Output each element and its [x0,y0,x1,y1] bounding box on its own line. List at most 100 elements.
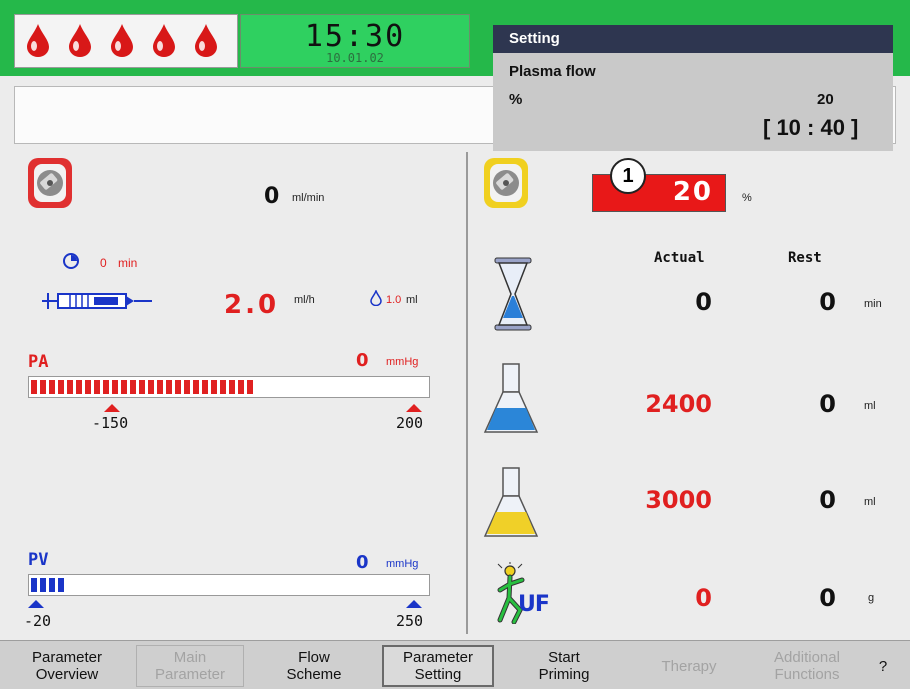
nav-main-parameter[interactable]: Main Parameter [136,645,244,687]
bar-segment [112,380,118,394]
row-unit: ml [864,400,876,412]
blood-drop-icon [111,24,133,57]
pv-max-label: 250 [396,612,424,630]
pv-label: PV [28,550,49,570]
plasma-flow-unit: % [742,192,752,204]
bar-segment [85,380,91,394]
bar-segment [220,380,226,394]
bar-segment [40,380,46,394]
pa-bar-fill [31,380,253,394]
blood-flow-value: 0 [264,184,280,209]
syringe-rate-unit: ml/h [294,294,315,306]
pv-max-marker [406,600,422,608]
pv-value: 0 [356,552,369,573]
plasma-flow-value: 20 [672,177,713,207]
setting-dialog[interactable]: Setting Plasma flow % 20 [ 10 : 40 ] [493,25,893,151]
pump-icon [34,164,66,202]
bar-segment [103,380,109,394]
nav-flow-scheme[interactable]: Flow Scheme [262,645,366,687]
bar-segment [175,380,181,394]
nav-help[interactable]: ? [868,645,898,687]
blood-drop-icon [69,24,91,57]
syringe-rate-value: 2.0 [224,290,280,320]
bar-segment [130,380,136,394]
setting-unit: % [509,91,523,108]
pump-icon [490,164,522,202]
pv-unit: mmHg [386,558,419,570]
bar-segment [202,380,208,394]
bar-segment [148,380,154,394]
bar-segment [31,578,37,592]
blood-pump-button[interactable] [28,158,72,208]
pv-bar-fill [31,578,64,592]
bar-segment [40,578,46,592]
blood-drop-icon [195,24,217,57]
nav-start-priming[interactable]: Start Priming [510,645,618,687]
blood-drop-icon [153,24,175,57]
row-actual-value: 3000 [645,486,712,514]
setting-value: 20 [817,91,834,108]
rest-header: Rest [788,250,822,266]
pv-bar [28,574,430,596]
bar-segment [94,380,100,394]
pa-min-label: -150 [92,414,129,432]
clock-date: 10.01.02 [326,51,384,65]
clock-panel: 15:30 10.01.02 [240,14,470,68]
setting-parameter-name: Plasma flow [509,63,596,80]
timer-unit: min [118,256,138,270]
pa-unit: mmHg [386,356,419,368]
blood-drop-icon [27,24,49,57]
blood-drops-panel [14,14,238,68]
water-drop-icon [370,290,382,306]
blood-flow-unit: ml/min [292,192,325,204]
bar-segment [247,380,253,394]
clock-time: 15:30 [304,19,406,54]
nav-additional-functions[interactable]: Additional Functions [752,645,862,687]
row-actual-value: 2400 [645,390,712,418]
setting-title: Setting [493,25,893,53]
setting-range: [ 10 : 40 ] [763,115,859,140]
bar-segment [157,380,163,394]
pa-bar [28,376,430,398]
row-rest-value: 0 [819,584,836,612]
pa-min-marker [104,404,120,412]
pa-value: 0 [356,350,369,371]
plasma-pump-button[interactable] [484,158,528,208]
bar-segment [238,380,244,394]
syringe-icon [42,293,152,309]
row-unit: ml [864,496,876,508]
nav-therapy[interactable]: Therapy [634,645,744,687]
bar-segment [121,380,127,394]
uf-icon: UF [496,562,556,624]
row-unit: g [868,592,875,604]
row-rest-value: 0 [819,390,836,418]
bottom-nav: Parameter Overview Main Parameter Flow S… [0,640,910,689]
timer-value: 0 [100,256,107,270]
bar-segment [211,380,217,394]
bar-segment [67,380,73,394]
pa-max-label: 200 [396,414,424,432]
bar-segment [229,380,235,394]
actual-header: Actual [654,250,705,266]
bar-segment [166,380,172,394]
bar-segment [58,578,64,592]
bar-segment [139,380,145,394]
bar-segment [58,380,64,394]
bar-segment [76,380,82,394]
yellow-flask-icon [483,467,539,537]
row-rest-value: 0 [819,288,836,316]
bar-segment [49,578,55,592]
pv-min-label: -20 [24,612,52,630]
panel-divider [466,152,468,634]
syringe-volume-value: 1.0 [386,294,402,306]
row-actual-value: 0 [695,584,712,612]
uf-icon-text: UF [518,592,550,617]
nav-parameter-setting[interactable]: Parameter Setting [382,645,494,687]
pv-min-marker [28,600,44,608]
bar-segment [31,380,37,394]
bar-segment [184,380,190,394]
clock-icon [63,253,79,269]
nav-parameter-overview[interactable]: Parameter Overview [16,645,118,687]
row-rest-value: 0 [819,486,836,514]
row-unit: min [864,298,882,310]
